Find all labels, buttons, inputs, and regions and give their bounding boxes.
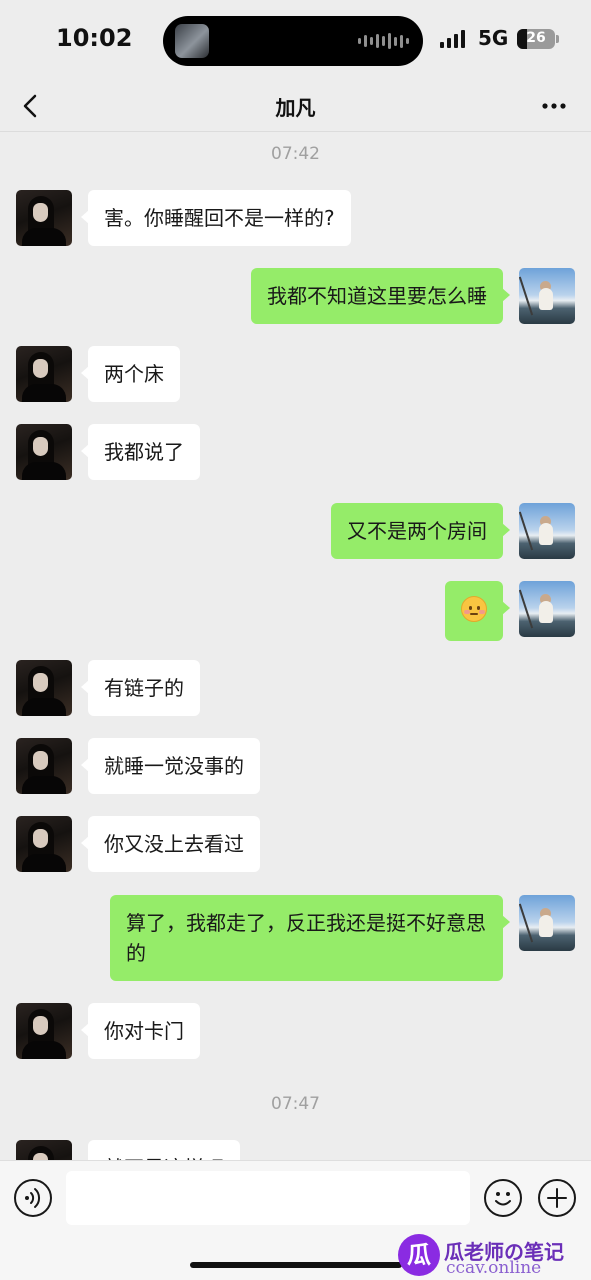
battery-level: 26 xyxy=(526,30,546,46)
contact-avatar[interactable] xyxy=(16,424,72,480)
more-functions-button[interactable] xyxy=(538,1179,576,1217)
message-bubble-incoming[interactable]: 就睡一觉没事的 xyxy=(81,738,260,794)
message-bubble-incoming[interactable]: 有链子的 xyxy=(81,660,200,716)
contact-avatar[interactable] xyxy=(16,660,72,716)
watermark-logo: 瓜 xyxy=(398,1234,440,1276)
message-text-input[interactable] xyxy=(66,1171,470,1225)
message-bubble-incoming[interactable]: 就不是这样吧 xyxy=(88,1140,240,1160)
chat-title: 加凡 xyxy=(275,96,316,120)
contact-avatar[interactable] xyxy=(16,1003,72,1059)
contact-avatar[interactable] xyxy=(16,346,72,402)
network-type: 5G xyxy=(478,26,509,50)
message-bubble-incoming[interactable]: 我都说了 xyxy=(81,424,200,480)
status-time: 10:02 xyxy=(56,24,133,52)
message-bubble-outgoing[interactable]: 我都不知道这里要怎么睡 xyxy=(251,268,510,324)
home-indicator[interactable] xyxy=(190,1262,402,1268)
message-bubble-incoming[interactable]: 害。你睡醒回不是一样的? xyxy=(81,190,351,246)
message-bubble-incoming[interactable]: 你又没上去看过 xyxy=(81,816,260,872)
battery-tip xyxy=(556,35,559,43)
cellular-signal-icon xyxy=(440,30,465,48)
message-bubble-outgoing[interactable] xyxy=(445,581,510,641)
message-bubble-outgoing[interactable]: 又不是两个房间 xyxy=(331,503,510,559)
audio-waveform-icon xyxy=(358,33,409,49)
smiley-icon xyxy=(495,1192,511,1206)
more-options-icon[interactable] xyxy=(541,92,567,120)
watermark-url: ccav.online xyxy=(446,1258,542,1278)
contact-avatar[interactable] xyxy=(16,1140,72,1160)
my-avatar[interactable] xyxy=(519,268,575,324)
message-bubble-incoming[interactable]: 你对卡门 xyxy=(81,1003,200,1059)
contact-avatar[interactable] xyxy=(16,190,72,246)
contact-avatar[interactable] xyxy=(16,738,72,794)
chat-header: 加凡 xyxy=(0,80,591,132)
voice-wave-icon xyxy=(25,1188,41,1208)
timestamp: 07:42 xyxy=(271,144,320,164)
now-playing-artwork xyxy=(175,24,209,58)
plus-icon xyxy=(547,1188,567,1208)
status-bar: 10:02 5G 26 xyxy=(0,0,591,80)
my-avatar[interactable] xyxy=(519,581,575,637)
message-list[interactable]: 07:42 害。你睡醒回不是一样的? 我都不知道这里要怎么睡 两个床 我都说了 … xyxy=(0,133,591,1160)
voice-input-button[interactable] xyxy=(14,1179,52,1217)
emoji-button[interactable] xyxy=(484,1179,522,1217)
my-avatar[interactable] xyxy=(519,895,575,951)
message-bubble-incoming[interactable]: 两个床 xyxy=(81,346,180,402)
dynamic-island[interactable] xyxy=(163,16,423,66)
contact-avatar[interactable] xyxy=(16,816,72,872)
blush-face-emoji xyxy=(461,596,487,622)
watermark: 瓜 瓜老师の笔记 ccav.online xyxy=(398,1234,588,1278)
message-bubble-outgoing[interactable]: 算了，我都走了，反正我还是挺不好意思的 xyxy=(110,895,510,981)
timestamp: 07:47 xyxy=(271,1094,320,1114)
battery-icon: 26 xyxy=(517,29,555,49)
my-avatar[interactable] xyxy=(519,503,575,559)
